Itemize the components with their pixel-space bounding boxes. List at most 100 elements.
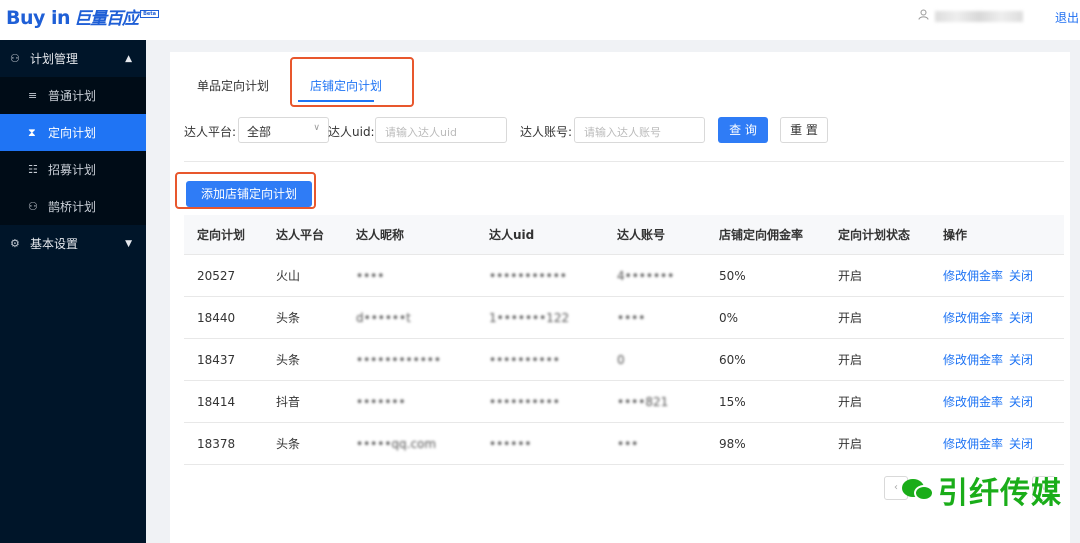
commission-rate: 0% [719,310,739,325]
platform-select-value: 全部 [247,125,272,139]
logout-link[interactable]: 退出 [1055,9,1079,26]
user-icon [918,9,929,23]
plan-status: 开启 [838,269,863,283]
menu-group-plan-management[interactable]: ⚇ 计划管理 ▲ [0,40,146,77]
account-input[interactable]: 请输入达人账号 [574,117,705,143]
wechat-icon [902,475,936,505]
close-plan-link[interactable]: 关闭 [1009,309,1033,326]
edit-rate-link[interactable]: 修改佣金率 [943,351,1003,368]
table-row: 18378 头条 •••••qq.com •••••• ••• 98% 开启 修… [184,423,1064,465]
plan-table: 定向计划 达人平台 达人昵称 达人uid 达人账号 店铺定向佣金率 定向计划状态… [184,215,1064,465]
list-icon: ≡ [28,89,38,102]
user-name [935,10,1023,22]
column-header: 操作 [943,228,968,242]
uid-label: 达人uid: [328,125,375,139]
nickname: •••• [356,268,385,283]
actions: 修改佣金率 关闭 [943,339,1039,380]
table-header: 定向计划 达人平台 达人昵称 达人uid 达人账号 店铺定向佣金率 定向计划状态… [184,215,1064,255]
uid-input[interactable]: 请输入达人uid [375,117,507,143]
app-logo[interactable]: Buy in 巨量百应 Beta [6,4,160,29]
logo-text-cn: 巨量百应 [74,9,139,29]
reset-button[interactable]: 重 置 [780,117,828,143]
column-header: 店铺定向佣金率 [719,228,804,242]
plan-status: 开启 [838,395,863,409]
sidebar-item-recruit-plan[interactable]: ☷ 招募计划 [0,151,146,188]
column-header: 定向计划 [197,228,246,242]
chevron-down-icon: ∨ [313,123,320,133]
edit-rate-link[interactable]: 修改佣金率 [943,393,1003,410]
plan-id: 18378 [197,436,236,451]
sidebar-item-label: 招募计划 [48,163,97,177]
recruit-icon: ☷ [28,163,38,176]
close-plan-link[interactable]: 关闭 [1009,393,1033,410]
watermark-text: 引纤传媒 [938,476,1062,511]
account: •••• [617,310,646,325]
plan-status: 开启 [838,311,863,325]
edit-rate-link[interactable]: 修改佣金率 [943,267,1003,284]
filter-bar: 达人平台: 全部 ∨ 达人uid: 请输入达人uid 达人账号: 请输入达人账号… [184,117,1064,145]
watermark: 引纤传媒 [902,468,1062,512]
platform-select[interactable]: 全部 ∨ [238,117,329,143]
plan-icon: ⚇ [10,52,20,65]
platform-label: 达人平台: [184,125,237,139]
close-plan-link[interactable]: 关闭 [1009,351,1033,368]
table-row: 20527 火山 •••• ••••••••••• 4••••••• 50% 开… [184,255,1064,297]
column-header: 定向计划状态 [838,228,911,242]
account: ••••821 [617,394,669,409]
sidebar-item-label: 鹊桥计划 [48,200,97,214]
nickname: ••••••• [356,394,406,409]
logo-text-en: Buy in [6,7,71,29]
uid: •••••• [489,436,532,451]
sidebar-item-normal-plan[interactable]: ≡ 普通计划 [0,77,146,114]
close-plan-link[interactable]: 关闭 [1009,435,1033,452]
menu-group-label: 基本设置 [30,237,79,251]
highlight-box-add-button [175,172,316,209]
nickname: •••••••••••• [356,352,441,367]
account-label: 达人账号: [520,125,573,139]
uid: ••••••••••• [489,268,567,283]
plan-status: 开启 [838,437,863,451]
divider [184,161,1064,162]
column-header: 达人uid [489,228,535,242]
account: ••• [617,436,639,451]
commission-rate: 50% [719,268,746,283]
account: 0 [617,352,625,367]
sidebar-item-targeted-plan[interactable]: ⧗ 定向计划 [0,114,146,151]
actions: 修改佣金率 关闭 [943,297,1039,338]
search-button[interactable]: 查 询 [718,117,768,143]
sidebar-item-bridge-plan[interactable]: ⚇ 鹊桥计划 [0,188,146,225]
edit-rate-link[interactable]: 修改佣金率 [943,435,1003,452]
highlight-box-tab [290,57,414,107]
platform: 抖音 [276,395,301,409]
platform: 火山 [276,269,301,283]
edit-rate-link[interactable]: 修改佣金率 [943,309,1003,326]
table-row: 18440 头条 d••••••t 1•••••••122 •••• 0% 开启… [184,297,1064,339]
commission-rate: 98% [719,436,746,451]
platform: 头条 [276,311,301,325]
platform: 头条 [276,437,301,451]
menu-group-basic-settings[interactable]: ⚙ 基本设置 ▼ [0,225,146,262]
plan-id: 18414 [197,394,236,409]
top-bar: Buy in 巨量百应 Beta 退出 [0,0,1080,40]
chevron-up-icon: ▲ [125,53,132,64]
plan-status: 开启 [838,353,863,367]
plan-id: 18437 [197,352,236,367]
actions: 修改佣金率 关闭 [943,255,1039,296]
actions: 修改佣金率 关闭 [943,381,1039,422]
column-header: 达人平台 [276,228,325,242]
close-plan-link[interactable]: 关闭 [1009,267,1033,284]
platform: 头条 [276,353,301,367]
bridge-icon: ⚇ [28,200,38,213]
nickname: d••••••t [356,310,411,325]
user-info[interactable] [918,9,1023,23]
actions: 修改佣金率 关闭 [943,423,1039,464]
table-row: 18414 抖音 ••••••• •••••••••• ••••821 15% … [184,381,1064,423]
tab-single-product-plan[interactable]: 单品定向计划 [197,77,269,94]
plan-id: 18440 [197,310,236,325]
commission-rate: 15% [719,394,746,409]
account: 4••••••• [617,268,675,283]
column-header: 达人账号 [617,228,666,242]
nickname: •••••qq.com [356,436,437,451]
menu-group-label: 计划管理 [30,52,79,66]
sidebar-item-label: 普通计划 [48,89,97,103]
